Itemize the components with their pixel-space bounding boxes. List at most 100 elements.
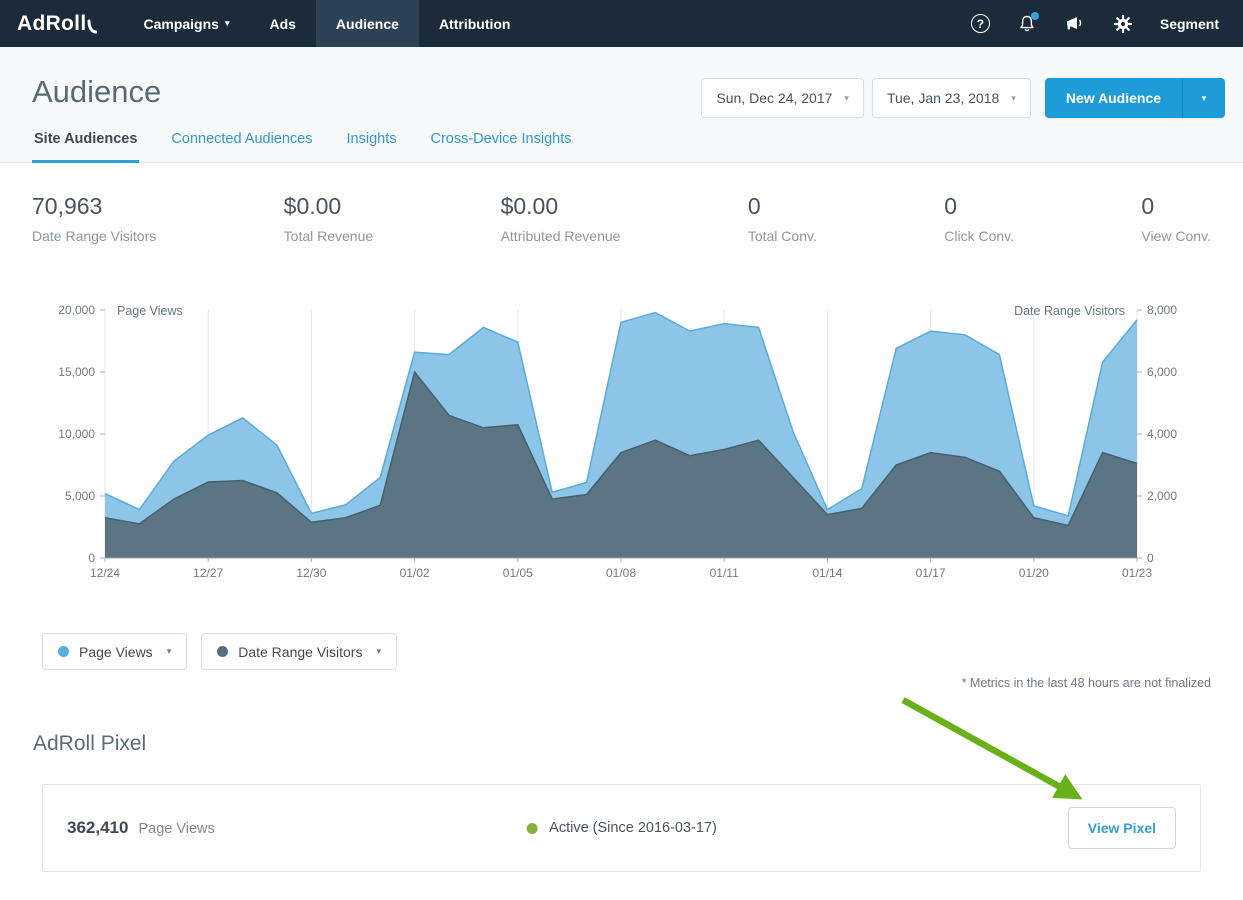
tab-connected-audiences[interactable]: Connected Audiences (169, 123, 314, 163)
status-dot-icon (526, 823, 537, 834)
announcements-megaphone-icon[interactable] (1064, 14, 1086, 34)
svg-text:12/30: 12/30 (296, 566, 326, 580)
navbar-right: ? (971, 0, 1243, 47)
stat-attributed-revenue: $0.00 Attributed Revenue (501, 193, 621, 244)
caret-down-icon: ▾ (225, 18, 230, 29)
stats-row: 70,963 Date Range Visitors $0.00 Total Reve… (0, 163, 1243, 244)
svg-text:8,000: 8,000 (1147, 303, 1177, 317)
date-start-picker[interactable]: Sun, Dec 24, 2017 ▾ (701, 78, 864, 118)
stat-label: Total Conv. (748, 228, 817, 244)
svg-text:6,000: 6,000 (1147, 365, 1177, 379)
pixel-pageviews: 362,410 Page Views (67, 818, 215, 838)
audience-tabs: Site Audiences Connected Audiences Insight… (32, 123, 1211, 163)
notifications-bell-icon[interactable] (1017, 14, 1037, 34)
notification-dot (1031, 12, 1039, 20)
new-audience-button[interactable]: New Audience (1045, 78, 1182, 118)
nav-item-label: Attribution (439, 16, 511, 32)
svg-text:12/24: 12/24 (90, 566, 120, 580)
settings-gear-icon[interactable] (1113, 14, 1133, 34)
svg-text:01/02: 01/02 (400, 566, 430, 580)
svg-text:2,000: 2,000 (1147, 489, 1177, 503)
svg-text:0: 0 (1147, 551, 1154, 565)
caret-down-icon: ▾ (1011, 93, 1016, 104)
pixel-pageviews-value: 362,410 (67, 818, 128, 838)
nav-item-ads[interactable]: Ads (249, 0, 315, 47)
top-navbar: AdRoll Campaigns▾AdsAudienceAttribution … (0, 0, 1243, 47)
adroll-logo-hook-icon (87, 19, 97, 35)
stat-value: 70,963 (32, 193, 156, 220)
legend-label: Page Views (79, 644, 153, 660)
help-icon[interactable]: ? (971, 14, 990, 33)
stat-value: 0 (944, 193, 1014, 220)
svg-text:0: 0 (88, 551, 95, 565)
header-controls: Sun, Dec 24, 2017 ▾ Tue, Jan 23, 2018 ▾ … (701, 78, 1225, 118)
svg-text:01/23: 01/23 (1122, 566, 1152, 580)
svg-text:Date Range Visitors: Date Range Visitors (1014, 304, 1125, 318)
svg-text:4,000: 4,000 (1147, 427, 1177, 441)
stat-value: $0.00 (501, 193, 621, 220)
page-header: Audience Sun, Dec 24, 2017 ▾ Tue, Jan 23… (0, 47, 1243, 163)
svg-text:10,000: 10,000 (58, 427, 95, 441)
new-audience-dropdown-button[interactable]: ▾ (1182, 78, 1225, 118)
stat-total-revenue: $0.00 Total Revenue (284, 193, 374, 244)
nav-item-label: Ads (269, 16, 295, 32)
date-end-value: Tue, Jan 23, 2018 (887, 90, 999, 106)
stat-label: Click Conv. (944, 228, 1014, 244)
help-question-glyph: ? (971, 14, 990, 33)
stat-label: View Conv. (1141, 228, 1211, 244)
view-pixel-button[interactable]: View Pixel (1068, 807, 1176, 849)
traffic-chart[interactable]: 12/24 12/27 12/30 01/02 01/05 01/08 01/11 01/14… (33, 296, 1213, 593)
stat-view-conv-: 0 View Conv. (1141, 193, 1211, 244)
stat-value: $0.00 (284, 193, 374, 220)
caret-down-icon: ▾ (376, 646, 381, 657)
svg-text:01/11: 01/11 (710, 566, 739, 580)
svg-text:5,000: 5,000 (65, 489, 95, 503)
svg-text:01/14: 01/14 (812, 566, 842, 580)
nav-item-label: Campaigns (143, 16, 218, 32)
legend-toggle-page-views[interactable]: Page Views ▾ (42, 633, 187, 670)
caret-down-icon: ▾ (167, 646, 172, 657)
stat-label: Date Range Visitors (32, 228, 156, 244)
svg-text:01/08: 01/08 (606, 566, 636, 580)
legend-label: Date Range Visitors (238, 644, 362, 660)
svg-text:15,000: 15,000 (58, 365, 95, 379)
date-start-value: Sun, Dec 24, 2017 (716, 90, 832, 106)
nav-item-audience[interactable]: Audience (316, 0, 419, 47)
caret-down-icon: ▾ (844, 93, 849, 104)
pixel-status: Active (Since 2016-03-17) (526, 820, 717, 836)
pixel-status-text: Active (Since 2016-03-17) (549, 820, 717, 836)
pixel-pageviews-label: Page Views (138, 821, 214, 837)
svg-text:01/17: 01/17 (916, 566, 946, 580)
segment-link[interactable]: Segment (1160, 16, 1219, 32)
svg-text:12/27: 12/27 (193, 566, 223, 580)
gear-glyph (1113, 14, 1133, 34)
svg-text:01/20: 01/20 (1019, 566, 1049, 580)
nav-items: Campaigns ▾ Ads Audience Attribution (123, 0, 530, 47)
date-end-picker[interactable]: Tue, Jan 23, 2018 ▾ (872, 78, 1031, 118)
svg-text:Page Views: Page Views (117, 304, 183, 318)
legend-toggle-date-range-visitors[interactable]: Date Range Visitors ▾ (201, 633, 397, 670)
legend-dot-icon (58, 646, 69, 657)
stat-label: Total Revenue (284, 228, 374, 244)
stat-value: 0 (1141, 193, 1211, 220)
svg-text:20,000: 20,000 (58, 303, 95, 317)
tab-insights[interactable]: Insights (345, 123, 399, 163)
stat-click-conv-: 0 Click Conv. (944, 193, 1014, 244)
megaphone-glyph (1064, 14, 1086, 34)
adroll-logo[interactable]: AdRoll (0, 0, 123, 47)
stat-value: 0 (748, 193, 817, 220)
stat-total-conv-: 0 Total Conv. (748, 193, 817, 244)
legend-dot-icon (217, 646, 228, 657)
stat-date-range-visitors: 70,963 Date Range Visitors (32, 193, 156, 244)
adroll-logo-text: AdRoll (17, 12, 86, 36)
new-audience-split-button: New Audience ▾ (1045, 78, 1225, 118)
metrics-footnote: * Metrics in the last 48 hours are not f… (32, 676, 1211, 690)
tab-cross-device-insights[interactable]: Cross-Device Insights (428, 123, 573, 163)
nav-item-label: Audience (336, 16, 399, 32)
nav-item-campaigns[interactable]: Campaigns ▾ (123, 0, 249, 47)
nav-item-attribution[interactable]: Attribution (419, 0, 531, 47)
stat-label: Attributed Revenue (501, 228, 621, 244)
svg-text:01/05: 01/05 (503, 566, 533, 580)
tab-site-audiences[interactable]: Site Audiences (32, 123, 139, 163)
pixel-section-heading: AdRoll Pixel (33, 732, 1243, 756)
